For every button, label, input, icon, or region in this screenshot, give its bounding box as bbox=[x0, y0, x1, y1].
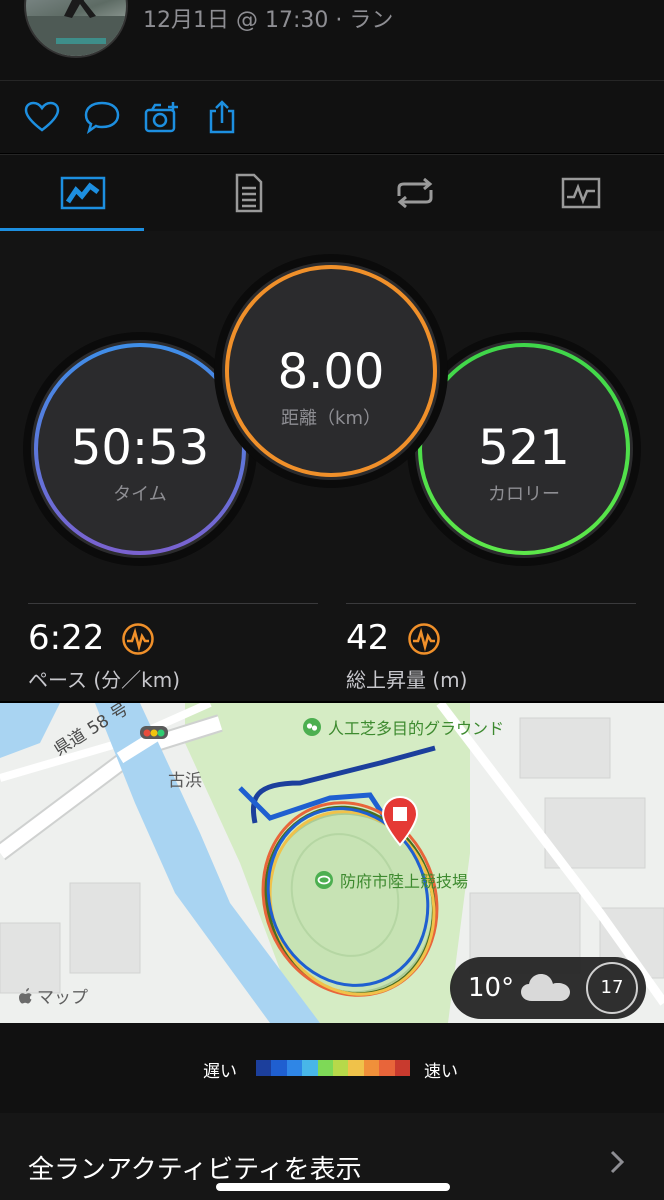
wind-gauge: 17 bbox=[586, 962, 638, 1014]
legend-fast-label: 速い bbox=[424, 1062, 458, 1082]
elevation-pulse-icon bbox=[407, 622, 441, 660]
legend-color-swatch bbox=[379, 1060, 395, 1076]
legend-color-swatch bbox=[317, 1060, 334, 1076]
tab-overview[interactable] bbox=[0, 155, 166, 231]
action-bar bbox=[0, 81, 664, 153]
calories-label: カロリー bbox=[488, 484, 560, 505]
legend-color-swatch bbox=[348, 1060, 364, 1076]
calories-value: 521 bbox=[478, 420, 570, 476]
pace-legend: 遅い 速い bbox=[0, 1023, 664, 1113]
view-all-runs-row[interactable]: 全ランアクティビティを表示 bbox=[0, 1113, 664, 1200]
finish-marker-icon bbox=[380, 795, 420, 851]
activity-header: 12月1日 @ 17:30 · ラン bbox=[0, 0, 664, 80]
legend-color-swatch bbox=[333, 1060, 349, 1076]
park-icon bbox=[303, 718, 321, 736]
weather-badge[interactable]: 10° 17 bbox=[450, 957, 646, 1019]
elevation-value: 42 bbox=[346, 618, 390, 658]
divider bbox=[28, 603, 318, 604]
calories-ring: 521 カロリー bbox=[415, 340, 633, 558]
tab-charts[interactable] bbox=[498, 155, 664, 231]
chevron-right-icon bbox=[608, 1149, 626, 1179]
share-icon[interactable] bbox=[202, 99, 242, 135]
poi-ground-label: 人工芝多目的グラウンド bbox=[328, 719, 505, 738]
time-ring: 50:53 タイム bbox=[31, 340, 249, 558]
legend-slow-label: 遅い bbox=[203, 1062, 237, 1082]
cloud-icon bbox=[518, 971, 574, 1009]
camera-add-icon[interactable] bbox=[142, 99, 182, 135]
stadium-icon bbox=[315, 871, 333, 889]
route-map[interactable]: 県道 58 号 古浜 人工芝多目的グラウンド 防府市陸上競技場 マップ 10° … bbox=[0, 703, 664, 1023]
attribution-label: マップ bbox=[37, 988, 88, 1008]
pace-pulse-icon bbox=[121, 622, 155, 660]
view-all-runs-label: 全ランアクティビティを表示 bbox=[28, 1155, 362, 1185]
activity-date: 12月1日 @ 17:30 · ラン bbox=[143, 8, 394, 33]
tab-laps[interactable] bbox=[332, 155, 498, 231]
time-label: タイム bbox=[113, 484, 167, 505]
legend-color-swatch bbox=[302, 1060, 318, 1076]
distance-label: 距離（km） bbox=[281, 408, 381, 429]
map-attribution: マップ bbox=[18, 983, 88, 1008]
legend-color-swatch bbox=[256, 1060, 272, 1076]
poi-stadium[interactable]: 防府市陸上競技場 bbox=[314, 868, 468, 892]
legend-color-swatch bbox=[394, 1060, 411, 1076]
distance-ring: 8.00 距離（km） bbox=[222, 262, 440, 480]
time-value: 50:53 bbox=[70, 420, 210, 476]
tab-bar bbox=[0, 154, 664, 232]
repeat-icon bbox=[397, 178, 433, 208]
avatar-photo bbox=[26, 0, 126, 56]
comment-icon[interactable] bbox=[82, 99, 122, 135]
tab-details[interactable] bbox=[166, 155, 332, 231]
legend-color-scale bbox=[256, 1060, 411, 1076]
pace-label: ペース (分／km) bbox=[28, 668, 181, 692]
legend-color-swatch bbox=[363, 1060, 380, 1076]
elevation-label: 総上昇量 (m) bbox=[346, 668, 468, 692]
avatar[interactable] bbox=[24, 0, 128, 58]
weather-temp: 10° bbox=[468, 973, 515, 1003]
overview-icon bbox=[60, 176, 106, 210]
poi-ground[interactable]: 人工芝多目的グラウンド bbox=[302, 715, 504, 739]
heart-icon[interactable] bbox=[22, 99, 62, 135]
distance-value: 8.00 bbox=[277, 344, 385, 400]
document-icon bbox=[235, 173, 263, 213]
place-label: 古浜 bbox=[168, 771, 202, 791]
chart-icon bbox=[561, 177, 601, 209]
pace-value: 6:22 bbox=[28, 618, 105, 658]
divider bbox=[346, 603, 636, 604]
apple-icon bbox=[19, 987, 32, 1003]
legend-color-swatch bbox=[271, 1060, 287, 1076]
legend-color-swatch bbox=[286, 1060, 303, 1076]
home-indicator bbox=[216, 1183, 450, 1191]
poi-stadium-label: 防府市陸上競技場 bbox=[340, 872, 469, 891]
wind-value: 17 bbox=[600, 977, 624, 998]
